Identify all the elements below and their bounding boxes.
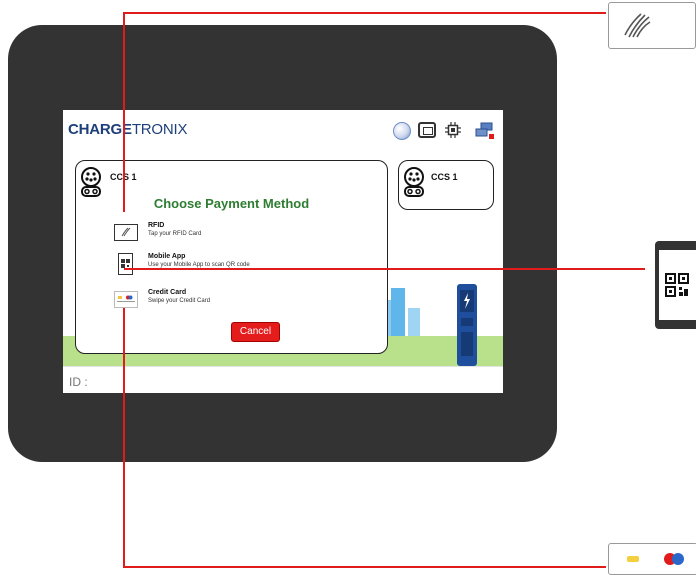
credit-card-icon	[114, 291, 138, 308]
qr-code-icon	[665, 273, 689, 297]
card-reader-icon	[418, 122, 436, 138]
option-subtitle: Tap your RFID Card	[148, 231, 202, 237]
option-subtitle: Swipe your Credit Card	[148, 298, 211, 304]
charger-screen: CHARGETRONIX CCS 1 CCS 1 Choose Payment …	[63, 110, 503, 393]
rfid-callout-line-vertical	[123, 12, 125, 212]
phone-screen	[659, 250, 696, 320]
rfid-callout-line-horizontal	[123, 12, 606, 14]
option-title: Credit Card	[148, 289, 187, 296]
mastercard-right-circle	[672, 553, 684, 565]
option-title: Mobile App	[148, 253, 186, 260]
ccs1-plug-icon	[81, 167, 101, 197]
rfid-card-icon	[114, 224, 138, 241]
option-title: RFID	[148, 222, 165, 229]
status-icons	[393, 122, 498, 142]
ccs1-plug-icon	[404, 167, 424, 197]
qr-code-icon	[118, 253, 133, 275]
connection-status-icon	[393, 122, 411, 140]
credit-card-callout-line-horizontal	[123, 566, 606, 568]
brand-part2: TRONIX	[131, 121, 188, 138]
brand-logo: CHARGETRONIX	[68, 121, 187, 138]
payment-option-rfid[interactable]: RFID Tap your RFID Card	[114, 222, 374, 248]
payment-option-credit-card[interactable]: Credit Card Swipe your Credit Card	[114, 289, 374, 315]
charging-station-illustration	[457, 284, 477, 366]
cancel-button[interactable]: Cancel	[231, 322, 280, 342]
card-chip-icon	[627, 556, 639, 562]
id-label: ID :	[69, 375, 88, 389]
chip-icon	[445, 122, 461, 138]
connector-panel-right[interactable]: CCS 1	[398, 160, 494, 210]
credit-card-callout-line-vertical	[123, 308, 125, 568]
mobile-app-callout	[655, 241, 696, 329]
id-bar: ID :	[63, 366, 503, 393]
mobile-app-callout-line	[124, 268, 645, 270]
connector-label-right: CCS 1	[431, 172, 458, 182]
payment-method-dialog: CCS 1 Choose Payment Method RFID Tap you…	[75, 160, 388, 354]
network-icon	[475, 122, 495, 140]
credit-card-callout	[608, 543, 696, 575]
rfid-callout	[608, 2, 696, 49]
rfid-wave-icon	[624, 13, 651, 38]
payment-option-mobile-app[interactable]: Mobile App Use your Mobile App to scan Q…	[114, 253, 374, 279]
